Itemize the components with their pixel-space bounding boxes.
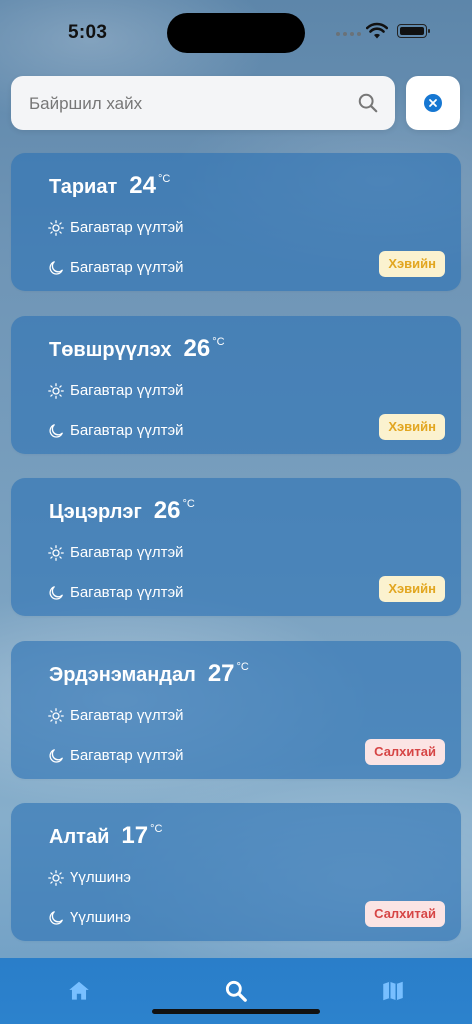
night-forecast: Багавтар үүлтэй xyxy=(48,259,184,276)
moon-icon xyxy=(49,748,63,763)
temperature-unit: °C xyxy=(150,823,163,835)
city-name: Цэцэрлэг xyxy=(49,501,142,523)
night-forecast: Үүлшинэ xyxy=(48,909,131,926)
temperature-unit: °C xyxy=(182,498,195,510)
night-condition: Багавтар үүлтэй xyxy=(70,747,184,764)
card-header: Эрдэнэмандал 27 °C xyxy=(49,661,249,687)
cellular-signal-icon xyxy=(336,32,361,36)
home-icon xyxy=(69,981,89,1000)
night-condition: Үүлшинэ xyxy=(70,909,131,926)
day-forecast: Үүлшинэ xyxy=(48,869,131,886)
night-condition: Багавтар үүлтэй xyxy=(70,422,184,439)
search-input[interactable] xyxy=(11,76,361,132)
status-badge: Салхитай xyxy=(365,901,445,927)
search-icon xyxy=(225,980,247,1002)
night-condition: Багавтар үүлтэй xyxy=(70,259,184,276)
status-badge: Хэвийн xyxy=(379,414,445,440)
status-badge: Хэвийн xyxy=(379,576,445,602)
city-name: Эрдэнэмандал xyxy=(49,664,196,686)
day-forecast: Багавтар үүлтэй xyxy=(48,219,184,236)
tab-bar xyxy=(0,958,472,1024)
weather-card-1[interactable]: Тариат 24 °C Багавтар үүлтэй Багавтар үү… xyxy=(11,153,461,291)
sun-icon xyxy=(48,869,64,886)
night-forecast: Багавтар үүлтэй xyxy=(48,747,184,764)
day-condition: Үүлшинэ xyxy=(70,869,131,886)
sun-icon xyxy=(48,544,64,561)
temperature-unit: °C xyxy=(212,336,225,348)
status-time: 5:03 xyxy=(68,22,108,43)
temperature-value: 26 xyxy=(183,335,211,362)
status-badge: Салхитай xyxy=(365,739,445,765)
tab-search[interactable] xyxy=(223,978,249,1004)
night-forecast: Багавтар үүлтэй xyxy=(48,584,184,601)
night-forecast: Багавтар үүлтэй xyxy=(48,422,184,439)
clear-search-button[interactable] xyxy=(406,76,460,130)
temperature-unit: °C xyxy=(157,173,171,185)
weather-card-2[interactable]: Төвшрүүлэх 26 °C Багавтар үүлтэй Багавта… xyxy=(11,316,461,454)
day-forecast: Багавтар үүлтэй xyxy=(48,707,184,724)
temperature-value: 27 xyxy=(207,660,235,687)
sun-icon xyxy=(48,707,64,724)
card-header: Цэцэрлэг 26 °C xyxy=(49,498,195,524)
weather-card-4[interactable]: Эрдэнэмандал 27 °C Багавтар үүлтэй Багав… xyxy=(11,641,461,779)
home-indicator xyxy=(152,1009,320,1014)
city-name: Алтай xyxy=(49,826,110,848)
status-bar: 5:03 xyxy=(0,0,472,60)
search-bar xyxy=(11,76,395,132)
map-icon xyxy=(383,981,403,1001)
card-header: Алтай 17 °C xyxy=(49,823,162,849)
tab-map[interactable] xyxy=(380,978,406,1004)
temperature-unit: °C xyxy=(236,661,249,673)
search-icon[interactable] xyxy=(357,92,379,114)
temperature-value: 26 xyxy=(153,497,181,524)
status-badge: Хэвийн xyxy=(379,251,445,277)
weather-card-5[interactable]: Алтай 17 °C Үүлшинэ Үүлшинэ Салхитай xyxy=(11,803,461,941)
moon-icon xyxy=(49,260,63,275)
battery-icon xyxy=(397,24,430,38)
city-name: Тариат xyxy=(49,176,118,198)
moon-icon xyxy=(49,585,63,600)
tab-home[interactable] xyxy=(66,978,92,1004)
day-forecast: Багавтар үүлтэй xyxy=(48,544,184,561)
city-name: Төвшрүүлэх xyxy=(49,339,172,361)
temperature-value: 24 xyxy=(129,172,156,199)
sun-icon xyxy=(48,382,64,399)
moon-icon xyxy=(49,423,63,438)
sun-icon xyxy=(48,219,64,236)
day-forecast: Багавтар үүлтэй xyxy=(48,382,184,399)
weather-card-3[interactable]: Цэцэрлэг 26 °C Багавтар үүлтэй Багавтар … xyxy=(11,478,461,616)
card-header: Төвшрүүлэх 26 °C xyxy=(49,336,225,362)
day-condition: Багавтар үүлтэй xyxy=(70,219,184,236)
day-condition: Багавтар үүлтэй xyxy=(70,544,184,561)
wifi-icon xyxy=(366,22,388,39)
temperature-value: 17 xyxy=(121,822,149,849)
dynamic-island xyxy=(167,13,305,53)
card-header: Тариат 24 °C xyxy=(49,173,170,199)
day-condition: Багавтар үүлтэй xyxy=(70,382,184,399)
night-condition: Багавтар үүлтэй xyxy=(70,584,184,601)
moon-icon xyxy=(49,910,63,925)
close-icon xyxy=(424,94,442,112)
day-condition: Багавтар үүлтэй xyxy=(70,707,184,724)
